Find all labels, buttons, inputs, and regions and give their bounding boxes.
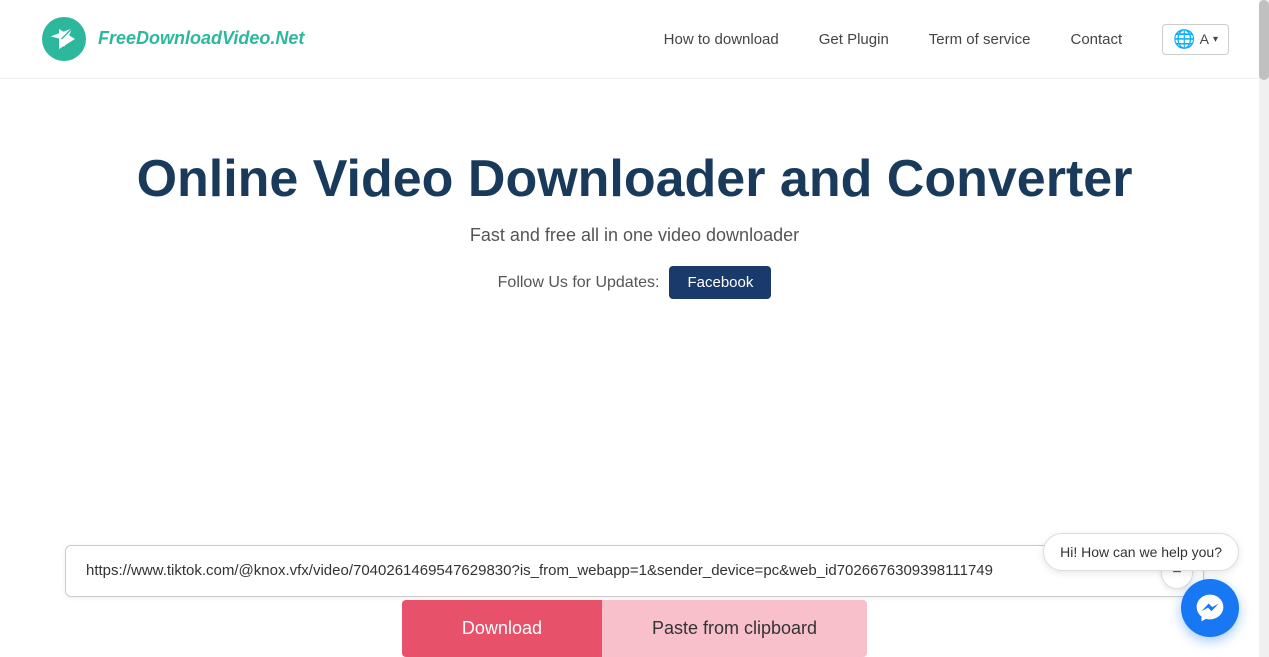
translate-icon: 🌐 [1173,29,1195,50]
translate-label: A [1200,31,1209,47]
scrollbar-thumb [1259,0,1269,80]
translate-button[interactable]: 🌐 A ▾ [1162,24,1229,55]
logo-area: FreeDownloadVideo.Net [40,15,304,63]
logo-icon [40,15,88,63]
header: FreeDownloadVideo.Net How to download Ge… [0,0,1269,79]
nav-contact[interactable]: Contact [1071,31,1123,48]
nav-get-plugin[interactable]: Get Plugin [819,31,889,48]
chevron-down-icon: ▾ [1213,34,1218,45]
paste-from-clipboard-button[interactable]: Paste from clipboard [602,600,867,657]
messenger-icon [1194,592,1226,624]
page-scrollbar[interactable] [1259,0,1269,657]
hero-subtitle: Fast and free all in one video downloade… [20,225,1249,246]
chat-tooltip: Hi! How can we help you? [1043,533,1239,571]
chat-widget: Hi! How can we help you? [1043,533,1239,637]
hero-title: Online Video Downloader and Converter [20,149,1249,209]
main-nav: How to download Get Plugin Term of servi… [664,24,1229,55]
logo-text: FreeDownloadVideo.Net [98,28,304,48]
hero-section: Online Video Downloader and Converter Fa… [0,79,1269,339]
follow-label: Follow Us for Updates: [498,274,660,292]
follow-row: Follow Us for Updates: Facebook [20,266,1249,299]
nav-how-to-download[interactable]: How to download [664,31,779,48]
url-input[interactable] [86,562,1183,579]
chat-open-button[interactable] [1181,579,1239,637]
url-input-wrapper [65,545,1204,597]
nav-term-of-service[interactable]: Term of service [929,31,1031,48]
facebook-button[interactable]: Facebook [669,266,771,299]
download-button[interactable]: Download [402,600,602,657]
